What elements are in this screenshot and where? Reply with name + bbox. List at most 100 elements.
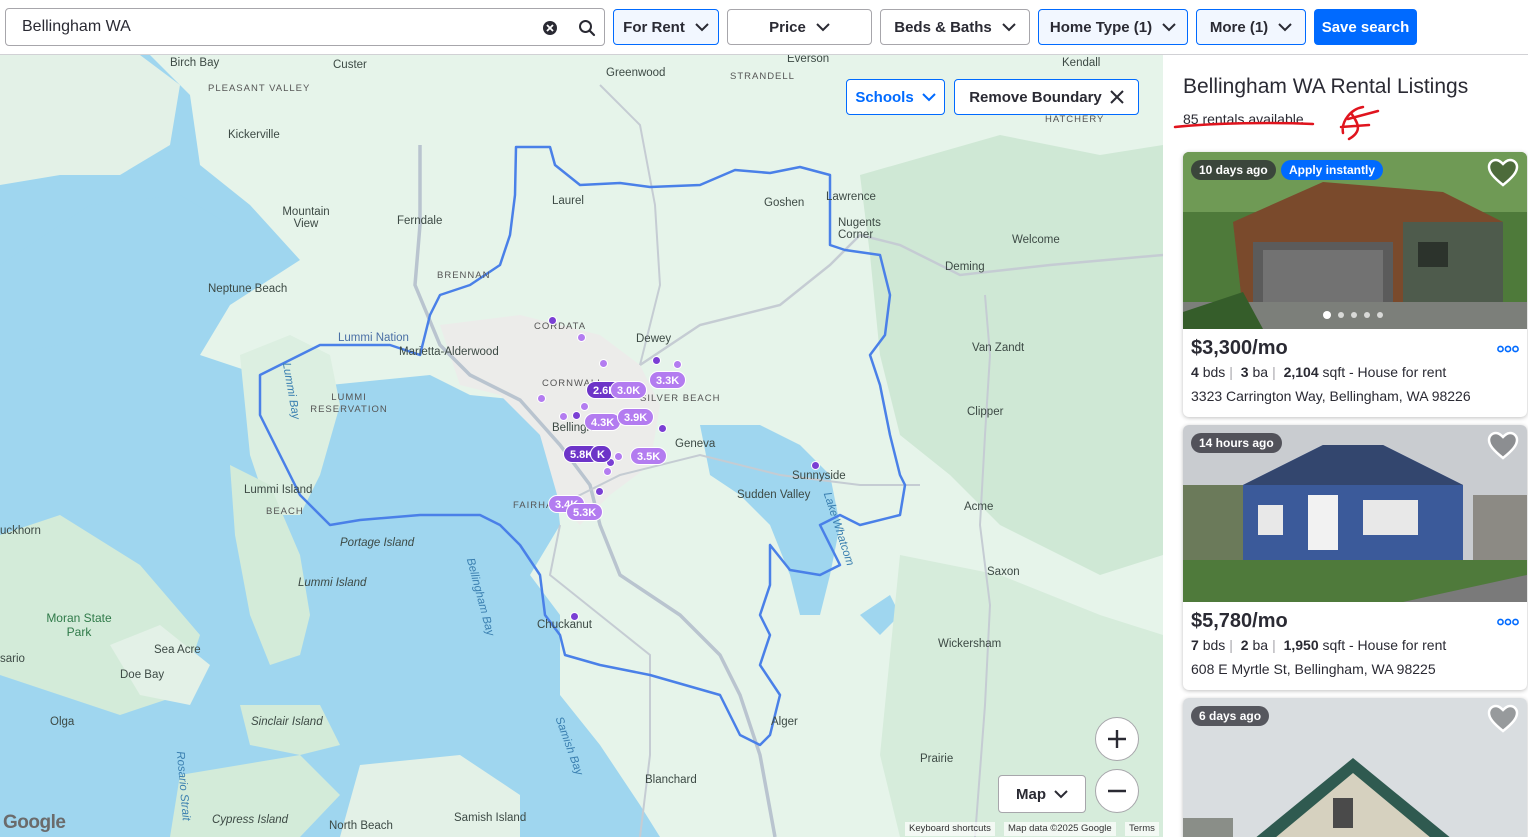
heart-icon[interactable] [1487,158,1519,188]
zoom-in-button[interactable] [1095,717,1139,761]
price-cluster[interactable]: 3.5K [630,447,668,465]
listing-card[interactable]: 10 days ago Apply instantly $3,300/mo 4 … [1183,152,1527,417]
map-label: Prairie [920,753,954,765]
listing-pin[interactable] [570,612,579,621]
map-label: BRENNAN [437,270,491,281]
search-icon[interactable] [578,19,596,37]
more-label: More (1) [1209,18,1269,36]
listing-address[interactable]: 3323 Carrington Way, Bellingham, WA 9822… [1191,388,1471,404]
price-cluster[interactable]: 5.3K [566,503,604,521]
price-cluster[interactable]: 3.3K [649,371,687,389]
map-label: Acme [964,501,994,513]
map-label: Marietta-Alderwood [399,346,499,358]
map-label: Custer [333,59,367,71]
map-label: Portage Island [340,537,415,549]
plus-icon [1108,730,1126,748]
listing-pin[interactable] [673,360,682,369]
listing-pin[interactable] [559,412,568,421]
home-type-filter[interactable]: Home Type (1) [1038,9,1188,45]
map-label: Deming [945,261,985,273]
map-label: Samish Island [454,812,527,824]
map-label: Neptune Beach [208,283,288,295]
listing-card[interactable]: 6 days ago [1183,698,1527,837]
heart-icon[interactable] [1487,704,1519,734]
listing-pin[interactable] [572,411,581,420]
map-label: Blanchard [645,774,697,786]
terms-link[interactable]: Terms [1125,822,1159,836]
price-cluster[interactable]: K [590,445,612,463]
search-box[interactable]: Bellingham WA [5,8,605,46]
save-search-button[interactable]: Save search [1314,9,1417,45]
map-label: Chuckanut [537,619,592,631]
listing-pin[interactable] [580,402,589,411]
price-cluster[interactable]: 3.0K [610,381,648,399]
google-logo: Google [3,812,66,833]
listing-photo[interactable]: 6 days ago [1183,698,1527,837]
map-label: Clipper [967,406,1004,418]
map-label: Sudden Valley [737,489,811,501]
map-label: Lummi Nation [338,332,409,344]
price-cluster[interactable]: 3.9K [617,408,655,426]
map-label: Geneva [675,438,716,450]
map-label: Mountain View [282,206,330,230]
listing-card[interactable]: 14 hours ago $5,780/mo 7 bds | 2 ba | 1,95… [1183,425,1527,690]
listing-pin[interactable] [537,394,546,403]
listing-photo[interactable]: 10 days ago Apply instantly [1183,152,1527,329]
chevron-down-icon [695,22,709,31]
map-label: uckhorn [0,525,41,537]
map-label: Doe Bay [120,669,165,681]
map-label: Dewey [636,333,672,345]
listed-time-badge: 6 days ago [1191,706,1270,726]
listing-address[interactable]: 608 E Myrtle St, Bellingham, WA 98225 [1191,661,1436,677]
map-label: PLEASANT VALLEY [208,83,311,94]
map-label: Sinclair Island [251,716,323,728]
price-cluster[interactable]: 4.3K [584,413,622,431]
listing-pin[interactable] [548,316,557,325]
map-label: Lawrence [826,191,876,203]
listing-pin[interactable] [595,487,604,496]
map-label: Lummi Island [244,484,313,496]
chevron-down-icon [921,92,936,101]
more-options-icon[interactable] [1497,618,1519,626]
map-label: Lummi Island [298,577,367,589]
listing-pin[interactable] [658,424,667,433]
search-input[interactable]: Bellingham WA [22,18,131,36]
photo-carousel-dots[interactable] [1323,311,1383,319]
listing-pin[interactable] [811,461,820,470]
map-canvas[interactable]: Birch Bay Custer Greenwood STRANDELL Eve… [0,55,1163,837]
map-label: Everson [787,55,830,65]
more-filter[interactable]: More (1) [1196,9,1306,45]
listing-facts: 7 bds | 2 ba | 1,950 sqft - House for rent [1191,637,1447,653]
listing-pin[interactable] [603,467,612,476]
clear-icon[interactable] [542,20,558,36]
listing-photo[interactable]: 14 hours ago [1183,425,1527,602]
listing-pin[interactable] [577,333,586,342]
remove-boundary-button[interactable]: Remove Boundary [954,79,1139,115]
zoom-out-button[interactable] [1095,769,1139,813]
chevron-down-icon [1002,22,1016,31]
listing-pin[interactable] [652,356,661,365]
map-type-button[interactable]: Map [998,775,1086,813]
map-label: Wickersham [938,638,1002,650]
beds-baths-filter[interactable]: Beds & Baths [880,9,1030,45]
more-options-icon[interactable] [1497,345,1519,353]
minus-icon [1108,789,1126,793]
listings-panel: Bellingham WA Rental Listings 85 rentals… [1163,55,1528,837]
listing-facts: 4 bds | 3 ba | 2,104 sqft - House for rent [1191,364,1447,380]
heart-icon[interactable] [1487,431,1519,461]
price-filter[interactable]: Price [727,9,872,45]
close-icon [1110,90,1124,104]
map-label: Saxon [987,566,1020,578]
map-label: Van Zandt [972,342,1025,354]
map-label: Greenwood [606,67,666,79]
map-label: Ferndale [397,215,443,227]
keyboard-shortcuts-link[interactable]: Keyboard shortcuts [905,822,995,836]
listing-pin[interactable] [614,452,623,461]
schools-button[interactable]: Schools [846,79,945,115]
map-label: Sea Acre [154,644,201,656]
listing-pin[interactable] [599,359,608,368]
annotation-scribble [1173,105,1380,141]
page-title: Bellingham WA Rental Listings [1183,75,1469,98]
for-rent-filter[interactable]: For Rent [613,9,719,45]
listed-time-badge: 14 hours ago [1191,433,1282,453]
